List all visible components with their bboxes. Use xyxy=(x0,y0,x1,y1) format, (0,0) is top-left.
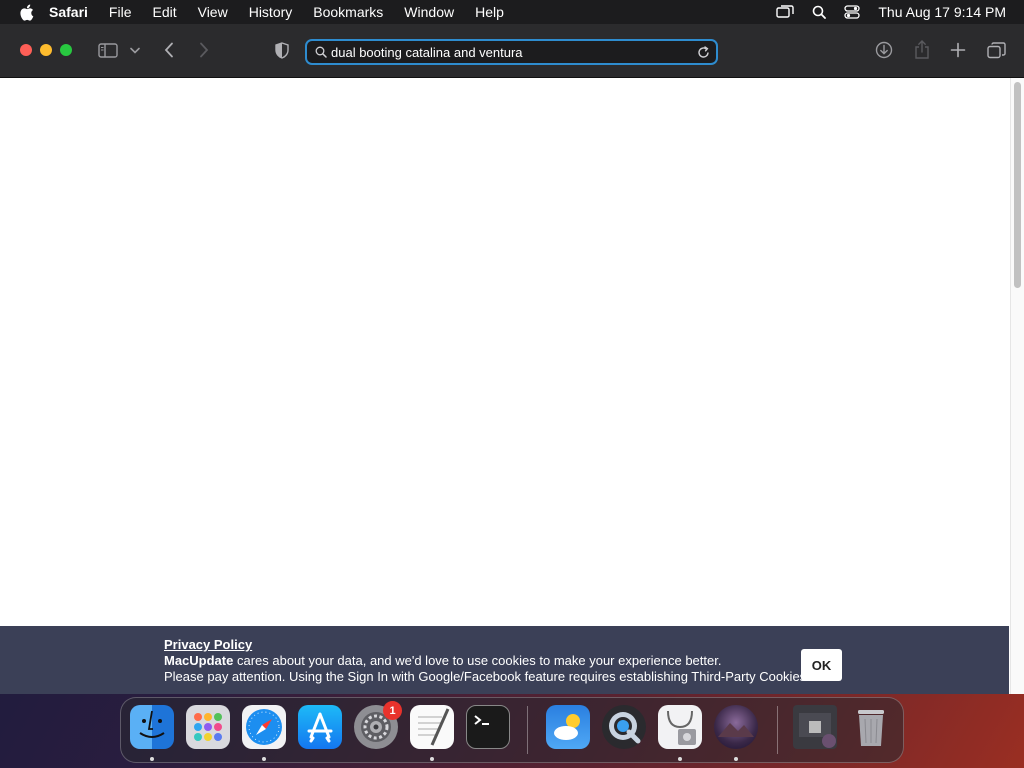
address-search-field[interactable] xyxy=(305,39,718,65)
zoom-window-button[interactable] xyxy=(60,44,72,56)
search-input[interactable] xyxy=(331,44,697,60)
menu-window[interactable]: Window xyxy=(404,4,454,20)
control-center-icon[interactable] xyxy=(844,5,861,19)
share-icon[interactable] xyxy=(912,39,932,61)
cookie-message-line2: Please pay attention. Using the Sign In … xyxy=(164,669,810,684)
menu-bookmarks[interactable]: Bookmarks xyxy=(313,4,383,20)
menu-file[interactable]: File xyxy=(109,4,132,20)
spotlight-search-icon[interactable] xyxy=(812,5,827,19)
installer-running-indicator xyxy=(734,757,738,761)
sidebar-toggle-icon[interactable] xyxy=(96,41,120,59)
cookie-message-text: cares about your data, and we'd love to … xyxy=(233,653,722,668)
menu-app-safari[interactable]: Safari xyxy=(49,4,88,20)
dock-separator xyxy=(527,706,528,754)
close-window-button[interactable] xyxy=(20,44,32,56)
menu-edit[interactable]: Edit xyxy=(152,4,176,20)
safari-window: Privacy Policy MacUpdate cares about you… xyxy=(0,24,1024,694)
screen-mirroring-icon[interactable] xyxy=(776,5,795,19)
safari-toolbar xyxy=(0,24,1024,78)
menu-help[interactable]: Help xyxy=(475,4,504,20)
minimize-window-button[interactable] xyxy=(40,44,52,56)
cookie-ok-button[interactable]: OK xyxy=(801,649,842,681)
disk-utility-icon[interactable] xyxy=(658,705,702,749)
cookie-banner: Privacy Policy MacUpdate cares about you… xyxy=(0,626,1009,694)
terminal-icon[interactable] xyxy=(466,705,510,749)
tab-overview-icon[interactable] xyxy=(985,40,1007,60)
quicktime-icon[interactable] xyxy=(602,705,646,749)
new-tab-icon[interactable] xyxy=(948,40,968,60)
safari-running-indicator xyxy=(262,757,266,761)
app-store-icon[interactable] xyxy=(298,705,342,749)
menu-bar-clock[interactable]: Thu Aug 17 9:14 PM xyxy=(878,4,1006,20)
chevron-down-icon[interactable] xyxy=(128,44,142,56)
forward-icon[interactable] xyxy=(195,41,213,59)
dock-separator xyxy=(777,706,778,754)
launchpad-icon[interactable] xyxy=(186,705,230,749)
finder-icon[interactable] xyxy=(130,705,174,749)
vertical-scrollbar[interactable] xyxy=(1010,78,1024,694)
downloads-icon[interactable] xyxy=(874,40,894,60)
search-icon xyxy=(315,46,327,58)
downloads-stack-icon[interactable] xyxy=(793,705,837,749)
safari-icon[interactable] xyxy=(242,705,286,749)
cookie-message-line1: MacUpdate cares about your data, and we'… xyxy=(164,653,721,668)
apple-menu-icon[interactable] xyxy=(19,4,35,21)
settings-notification-badge: 1 xyxy=(383,701,402,720)
reload-icon[interactable] xyxy=(697,45,710,59)
scrollbar-thumb[interactable] xyxy=(1014,82,1021,288)
brand-name: MacUpdate xyxy=(164,653,234,668)
weather-icon[interactable] xyxy=(546,705,590,749)
menu-history[interactable]: History xyxy=(249,4,293,20)
menu-bar: Safari File Edit View History Bookmarks … xyxy=(0,0,1024,24)
privacy-shield-icon[interactable] xyxy=(273,40,291,60)
disk-utility-running-indicator xyxy=(678,757,682,761)
dock xyxy=(120,697,904,763)
textedit-icon[interactable] xyxy=(410,705,454,749)
macos-installer-icon[interactable] xyxy=(714,705,758,749)
web-page-content xyxy=(0,78,1010,694)
menu-view[interactable]: View xyxy=(198,4,228,20)
back-icon[interactable] xyxy=(160,41,178,59)
trash-icon[interactable] xyxy=(849,705,893,749)
finder-running-indicator xyxy=(150,757,154,761)
textedit-running-indicator xyxy=(430,757,434,761)
privacy-policy-link[interactable]: Privacy Policy xyxy=(164,637,252,652)
